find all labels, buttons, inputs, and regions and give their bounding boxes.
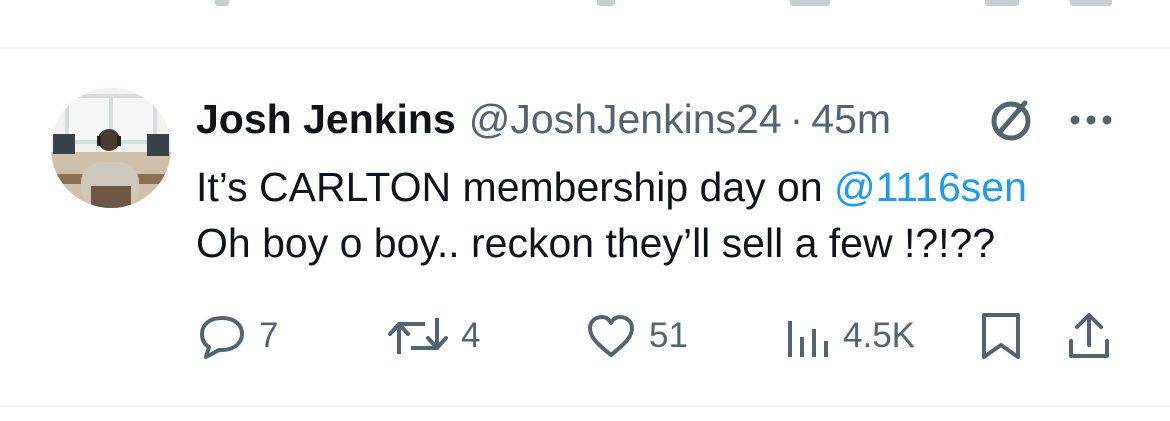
tweet-text-line-2: Oh boy o boy.. reckon they’ll sell a few… (196, 220, 996, 266)
tweet[interactable]: Josh Jenkins @JoshJenkins24 · 45m It’s C… (0, 51, 1170, 406)
no-entry-circle-icon (985, 93, 1037, 145)
share-icon (1066, 311, 1112, 361)
repost-button[interactable]: 4 (387, 306, 480, 366)
tweet-text-line-1: It’s CARLTON membership day on @1116sen (196, 159, 1136, 215)
tweet-actions: 7 4 51 4.5K (0, 306, 1170, 366)
tweet-text: It’s CARLTON membership day on @1116sen … (196, 159, 1136, 271)
repost-count: 4 (461, 316, 481, 355)
display-name[interactable]: Josh Jenkins (196, 95, 456, 143)
tweet-text-part-1: It’s CARLTON membership day on (196, 164, 835, 210)
bookmark-icon (980, 311, 1022, 361)
previous-tweet-actions-fragment (0, 0, 1170, 14)
views-count: 4.5K (843, 316, 915, 355)
views-button[interactable]: 4.5K (785, 306, 915, 366)
reply-button[interactable]: 7 (197, 306, 278, 366)
top-divider (0, 47, 1170, 49)
heart-icon (585, 313, 637, 359)
views-bar-chart-icon (785, 313, 831, 359)
user-handle[interactable]: @JoshJenkins24 (469, 95, 782, 143)
repost-icon (387, 314, 449, 358)
previous-share-icon-fragment (1070, 0, 1112, 6)
mention-link[interactable]: @1116sen (834, 164, 1027, 210)
previous-repost-icon-fragment (597, 0, 615, 6)
avatar[interactable] (51, 88, 171, 208)
separator-dot: · (789, 96, 804, 142)
share-button[interactable] (1066, 306, 1112, 366)
timestamp[interactable]: 45m (811, 95, 891, 143)
reply-count: 7 (259, 316, 279, 355)
bookmark-button[interactable] (980, 306, 1022, 366)
previous-bookmark-icon-fragment (985, 0, 1019, 6)
bottom-divider (0, 405, 1170, 407)
tweet-header: Josh Jenkins @JoshJenkins24 · 45m (196, 95, 891, 143)
previous-reply-icon-fragment (215, 0, 229, 6)
reply-bubble-icon (197, 313, 247, 359)
like-count: 51 (649, 316, 688, 355)
more-dots-icon[interactable] (1067, 105, 1115, 135)
like-button[interactable]: 51 (585, 306, 688, 366)
previous-views-icon-fragment (790, 0, 830, 6)
